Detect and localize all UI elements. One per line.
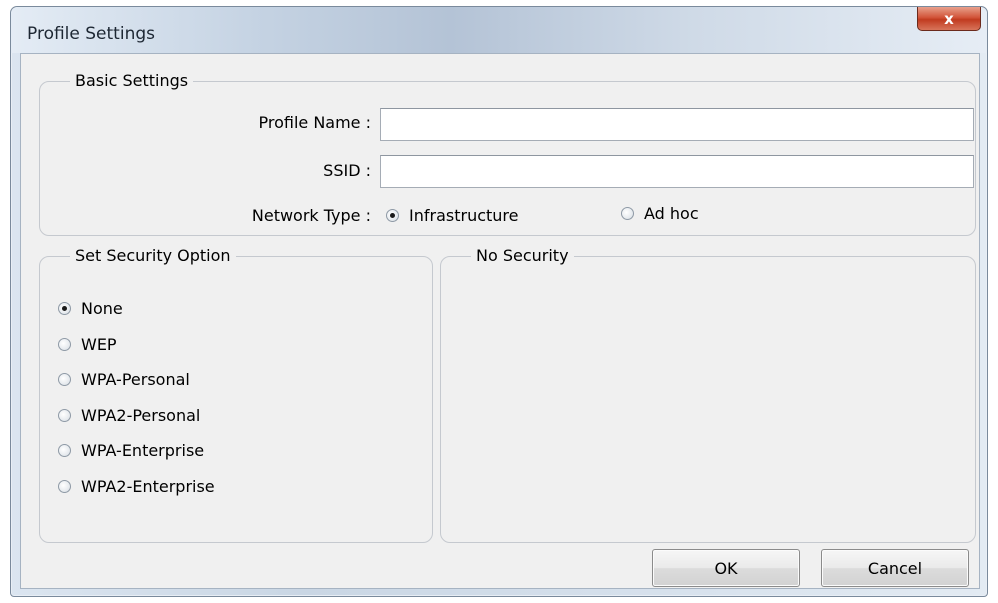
radio-button-icon[interactable] (58, 373, 71, 387)
security-option-wpa2-personal[interactable]: WPA2-Personal (58, 398, 215, 434)
title-bar[interactable]: Profile Settings x (11, 7, 987, 53)
security-option-label: WPA2-Personal (81, 405, 201, 425)
security-option-label: WPA-Enterprise (81, 441, 205, 461)
no-security-group: No Security (440, 246, 976, 543)
security-option-label: WEP (81, 334, 117, 354)
security-option-label: WPA-Personal (81, 370, 190, 390)
ssid-input[interactable] (380, 155, 974, 188)
ad-hoc-label: Ad hoc (644, 204, 699, 223)
infrastructure-label: Infrastructure (409, 206, 519, 225)
infrastructure-radio[interactable]: Infrastructure (386, 206, 518, 225)
profile-name-input[interactable] (380, 108, 974, 141)
cancel-button[interactable]: Cancel (821, 549, 969, 587)
security-option-wpa-enterprise[interactable]: WPA-Enterprise (58, 433, 215, 469)
security-option-list: None WEP WPA-Personal WPA2-Personal WPA-… (58, 291, 215, 504)
window-title: Profile Settings (27, 24, 155, 44)
security-option-label: None (81, 299, 123, 319)
security-option-wpa-personal[interactable]: WPA-Personal (58, 362, 215, 398)
security-option-label: WPA2-Enterprise (81, 476, 215, 496)
dialog-body: Basic Settings Profile Name : SSID : Net… (20, 53, 980, 589)
close-button[interactable]: x (917, 7, 981, 31)
basic-settings-legend: Basic Settings (70, 71, 194, 90)
security-option-wep[interactable]: WEP (58, 327, 215, 363)
security-option-legend: Set Security Option (70, 246, 236, 265)
radio-button-icon[interactable] (386, 209, 399, 222)
security-option-wpa2-enterprise[interactable]: WPA2-Enterprise (58, 469, 215, 505)
ad-hoc-radio[interactable]: Ad hoc (621, 204, 699, 223)
ssid-label: SSID : (323, 161, 371, 180)
radio-button-icon[interactable] (621, 207, 634, 220)
profile-name-label: Profile Name : (258, 113, 371, 132)
radio-button-icon[interactable] (58, 302, 71, 316)
profile-settings-window: Profile Settings x Basic Settings Profil… (10, 6, 988, 597)
ok-button[interactable]: OK (652, 549, 800, 587)
radio-button-icon[interactable] (58, 444, 71, 458)
radio-button-icon[interactable] (58, 408, 71, 422)
security-option-none[interactable]: None (58, 291, 215, 327)
no-security-legend: No Security (471, 246, 574, 265)
radio-button-icon[interactable] (58, 479, 71, 493)
security-option-group: Set Security Option None WEP WPA-Persona… (39, 246, 433, 543)
basic-settings-group: Basic Settings Profile Name : SSID : Net… (39, 71, 976, 236)
radio-button-icon[interactable] (58, 337, 71, 351)
close-icon: x (944, 9, 954, 28)
network-type-label: Network Type : (251, 206, 371, 225)
